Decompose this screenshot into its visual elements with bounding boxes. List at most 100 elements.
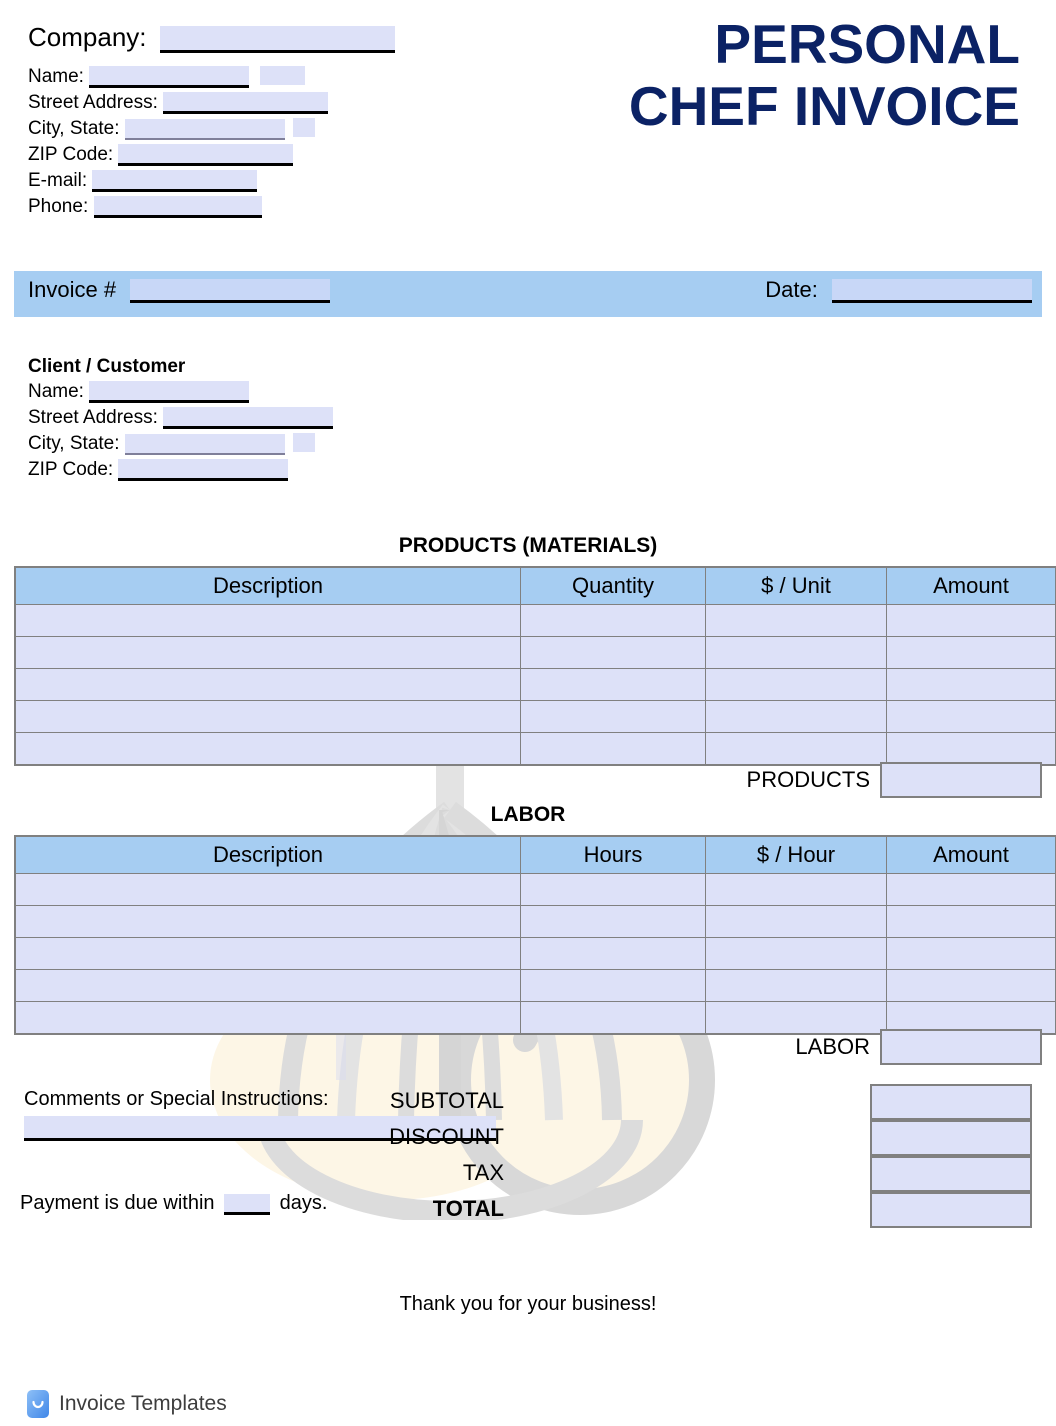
- labor-cell-amount[interactable]: [886, 905, 1056, 938]
- client-field-street: Street Address:: [28, 407, 334, 433]
- products-cell-amount[interactable]: [886, 700, 1056, 733]
- labor-cell-amount[interactable]: [886, 969, 1056, 1002]
- client-field-city: City, State:: [28, 433, 333, 459]
- labor-cell-qty[interactable]: [520, 873, 706, 906]
- client-state-input[interactable]: [293, 433, 315, 452]
- products-cell-qty[interactable]: [520, 604, 706, 637]
- products-cell-description[interactable]: [14, 700, 521, 733]
- products-cell-description[interactable]: [14, 636, 521, 669]
- client-block: Client / Customer Name: Street Address: …: [28, 356, 334, 485]
- products-cell-qty[interactable]: [520, 732, 706, 766]
- products-total-label: PRODUCTS: [746, 767, 870, 792]
- company-city-input[interactable]: [124, 119, 285, 140]
- company-field-email: E-mail:: [28, 170, 328, 196]
- company-email-input[interactable]: [92, 170, 258, 192]
- client-city-input[interactable]: [124, 434, 285, 455]
- products-cell-description[interactable]: [14, 668, 521, 701]
- summary-input-subtotal[interactable]: [870, 1084, 1032, 1120]
- products-cell-qty[interactable]: [520, 668, 706, 701]
- summary-label-subtotal: SUBTOTAL: [389, 1088, 504, 1113]
- company-contact-name-input-ext[interactable]: [260, 66, 305, 85]
- client-zip-input[interactable]: [118, 459, 289, 481]
- labor-cell-description[interactable]: [14, 969, 521, 1002]
- client-name-label: Name:: [28, 381, 84, 402]
- labor-cell-description[interactable]: [14, 937, 521, 970]
- products-cell-description[interactable]: [14, 604, 521, 637]
- products-cell-rate[interactable]: [705, 604, 887, 637]
- labor-total-input[interactable]: [880, 1029, 1042, 1065]
- labor-cell-qty[interactable]: [520, 905, 706, 938]
- summary-input-tax[interactable]: [870, 1156, 1032, 1192]
- table-row: [14, 636, 1056, 669]
- products-cell-rate[interactable]: [705, 732, 887, 766]
- products-cell-amount[interactable]: [886, 604, 1056, 637]
- invoice-title: PERSONAL CHEF INVOICE: [629, 13, 1020, 137]
- company-row: Company:: [28, 22, 395, 53]
- company-street-label: Street Address:: [28, 92, 158, 113]
- table-row: [14, 668, 1056, 701]
- products-cell-qty[interactable]: [520, 700, 706, 733]
- payment-terms-suffix: days.: [279, 1192, 328, 1214]
- company-contact-name-input[interactable]: [89, 66, 250, 88]
- labor-cell-amount[interactable]: [886, 937, 1056, 970]
- company-address-block: Name: Street Address: City, State: ZIP C…: [28, 66, 329, 222]
- company-field-phone: Phone:: [28, 196, 328, 222]
- labor-cell-amount[interactable]: [886, 873, 1056, 906]
- company-zip-input[interactable]: [118, 144, 294, 166]
- client-city-label: City, State:: [28, 433, 120, 454]
- company-label: Company:: [28, 22, 147, 52]
- company-phone-input[interactable]: [93, 196, 262, 218]
- labor-header-row: Description Hours $ / Hour Amount: [14, 835, 1056, 874]
- summary-input-discount[interactable]: [870, 1120, 1032, 1156]
- company-street-input[interactable]: [163, 92, 329, 114]
- labor-cell-qty[interactable]: [520, 969, 706, 1002]
- labor-col-description: Description: [14, 835, 521, 874]
- products-cell-amount[interactable]: [886, 668, 1056, 701]
- labor-col-hours: Hours: [520, 835, 706, 874]
- labor-cell-rate[interactable]: [705, 969, 887, 1002]
- payment-days-input[interactable]: [224, 1194, 271, 1215]
- invoice-templates-logo-icon: [27, 1390, 49, 1418]
- invoice-page: PERSONAL CHEF INVOICE Company: Name: Str…: [0, 0, 1056, 1426]
- company-state-input[interactable]: [293, 118, 315, 137]
- company-name-input[interactable]: [159, 26, 395, 53]
- table-row: [14, 604, 1056, 637]
- labor-cell-qty[interactable]: [520, 937, 706, 970]
- products-total-row: PRODUCTS: [14, 762, 1042, 798]
- labor-cell-rate[interactable]: [705, 937, 887, 970]
- company-city-label: City, State:: [28, 118, 120, 139]
- company-field-city: City, State:: [28, 118, 328, 144]
- invoice-number-group: Invoice #: [28, 277, 331, 303]
- table-row: [14, 969, 1056, 1002]
- table-row: [14, 905, 1056, 938]
- table-row: [14, 732, 1056, 766]
- products-cell-amount[interactable]: [886, 732, 1056, 766]
- labor-col-amount: Amount: [886, 835, 1056, 874]
- labor-cell-description[interactable]: [14, 873, 521, 906]
- products-cell-qty[interactable]: [520, 636, 706, 669]
- products-cell-rate[interactable]: [705, 636, 887, 669]
- labor-cell-rate[interactable]: [705, 873, 887, 906]
- products-total-input[interactable]: [880, 762, 1042, 798]
- labor-cell-description[interactable]: [14, 905, 521, 938]
- client-name-input[interactable]: [89, 381, 250, 403]
- invoice-date-input[interactable]: [832, 279, 1032, 303]
- products-cell-rate[interactable]: [705, 700, 887, 733]
- company-phone-label: Phone:: [28, 196, 89, 217]
- labor-col-hourly-rate: $ / Hour: [705, 835, 887, 874]
- client-street-input[interactable]: [163, 407, 334, 429]
- products-col-description: Description: [14, 566, 521, 605]
- company-zip-label: ZIP Code:: [28, 144, 114, 165]
- comments-label: Comments or Special Instructions:: [24, 1088, 329, 1110]
- brand-label: Invoice Templates: [59, 1392, 227, 1415]
- products-cell-description[interactable]: [14, 732, 521, 766]
- invoice-number-input[interactable]: [130, 279, 331, 303]
- products-col-unit-price: $ / Unit: [705, 566, 887, 605]
- products-cell-amount[interactable]: [886, 636, 1056, 669]
- labor-section-title: LABOR: [490, 803, 566, 826]
- summary-input-total[interactable]: [870, 1192, 1032, 1228]
- products-cell-rate[interactable]: [705, 668, 887, 701]
- products-table: Description Quantity $ / Unit Amount: [14, 566, 1056, 766]
- labor-cell-rate[interactable]: [705, 905, 887, 938]
- table-row: [14, 873, 1056, 906]
